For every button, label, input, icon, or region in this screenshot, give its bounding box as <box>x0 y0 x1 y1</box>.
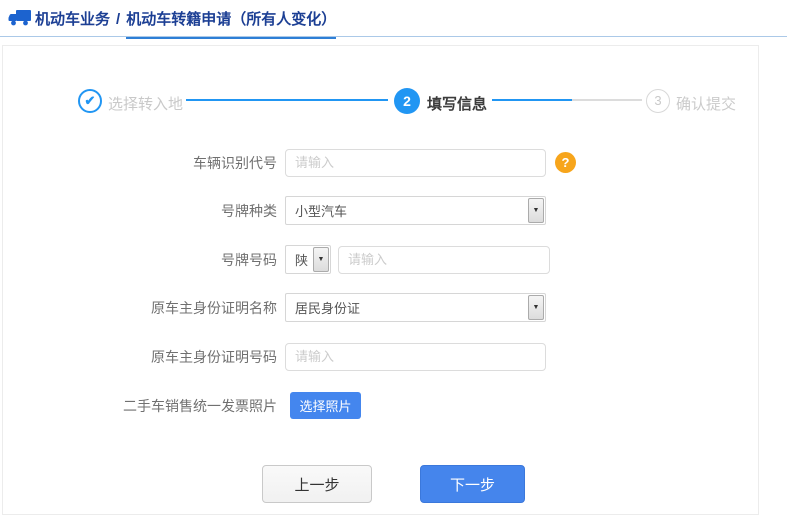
plate-type-select[interactable]: 小型汽车 ▼ <box>285 196 546 225</box>
province-select[interactable]: 陕 ▼ <box>285 245 331 274</box>
step-connector-2-pending <box>572 99 642 101</box>
step-2-label: 填写信息 <box>427 93 487 114</box>
vin-input[interactable] <box>285 149 546 177</box>
plate-number-input[interactable] <box>338 246 550 274</box>
truck-icon <box>8 8 32 28</box>
form-row-id-number: 原车主身份证明号码 <box>0 342 640 371</box>
step-1-label: 选择转入地 <box>108 93 183 114</box>
invoice-photo-label: 二手车销售统一发票照片 <box>0 396 285 416</box>
id-number-label: 原车主身份证明号码 <box>0 347 285 367</box>
step-1-check-icon: ✔ <box>78 89 102 113</box>
plate-type-value: 小型汽车 <box>286 201 527 220</box>
page: 机动车业务 / 机动车转籍申请（所有人变化） ✔ 选择转入地 2 填写信息 3 确认… <box>0 0 787 516</box>
chevron-down-icon: ▼ <box>528 295 544 320</box>
form-row-vin: 车辆识别代号 ? <box>0 148 640 177</box>
step-3-label: 确认提交 <box>676 93 736 114</box>
plate-type-label: 号牌种类 <box>0 201 285 221</box>
step-2-badge: 2 <box>394 88 420 114</box>
choose-photo-button[interactable]: 选择照片 <box>290 392 361 419</box>
id-type-label: 原车主身份证明名称 <box>0 298 285 318</box>
breadcrumb-bar: 机动车业务 / 机动车转籍申请（所有人变化） <box>0 0 787 36</box>
page-title: 机动车转籍申请（所有人变化） <box>126 8 336 39</box>
form-row-plate-type: 号牌种类 小型汽车 ▼ <box>0 196 640 225</box>
next-step-button[interactable]: 下一步 <box>420 465 525 503</box>
breadcrumb: 机动车业务 / 机动车转籍申请（所有人变化） <box>35 8 336 39</box>
chevron-down-icon: ▼ <box>528 198 544 223</box>
form-row-invoice-photo: 二手车销售统一发票照片 选择照片 <box>0 391 640 420</box>
vin-label: 车辆识别代号 <box>0 153 285 173</box>
step-3-badge: 3 <box>646 89 670 113</box>
form-row-plate-number: 号牌号码 陕 ▼ <box>0 245 640 274</box>
id-type-select[interactable]: 居民身份证 ▼ <box>285 293 546 322</box>
help-icon[interactable]: ? <box>555 152 576 173</box>
province-value: 陕 <box>286 250 312 269</box>
content-card <box>2 45 759 515</box>
step-connector-2-done <box>492 99 572 101</box>
id-number-input[interactable] <box>285 343 546 371</box>
breadcrumb-separator: / <box>116 11 120 28</box>
form-row-id-type: 原车主身份证明名称 居民身份证 ▼ <box>0 293 640 322</box>
breadcrumb-section[interactable]: 机动车业务 <box>35 11 110 28</box>
prev-step-button[interactable]: 上一步 <box>262 465 372 503</box>
header-divider <box>0 36 787 37</box>
step-connector-1 <box>186 99 388 101</box>
plate-number-label: 号牌号码 <box>0 250 285 270</box>
id-type-value: 居民身份证 <box>286 298 527 317</box>
chevron-down-icon: ▼ <box>313 247 329 272</box>
